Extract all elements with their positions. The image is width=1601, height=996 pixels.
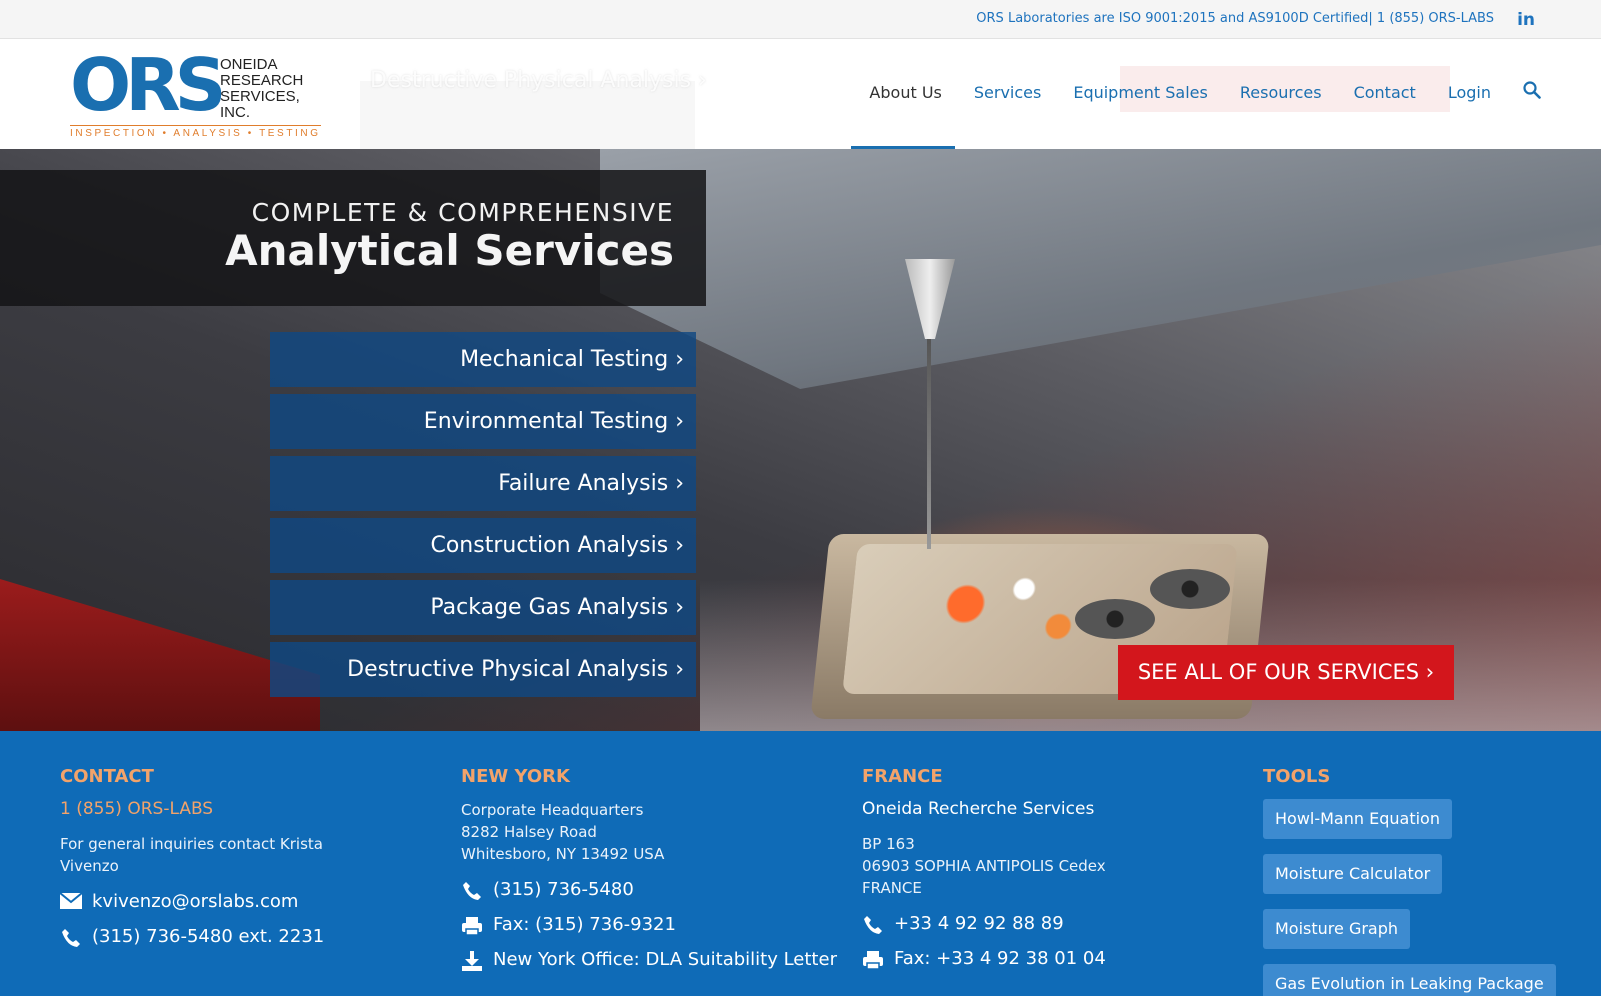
email-row: kvivenzo@orslabs.com: [59, 891, 360, 912]
ny-phone-link[interactable]: (315) 736-5480: [493, 879, 634, 900]
tool-howl-mann-equation[interactable]: Howl-Mann Equation: [1263, 799, 1452, 839]
ghost-service-text: Destructive Physical Analysis ›: [370, 68, 707, 93]
ny-fax-row: Fax: (315) 736-9321: [461, 914, 791, 936]
hero-machine-plate: [600, 149, 1601, 389]
hero-washer: [1150, 569, 1230, 609]
fax-icon: [862, 950, 884, 970]
service-package-gas-analysis[interactable]: Package Gas Analysis ›: [270, 580, 696, 635]
newyork-heading: NEW YORK: [461, 766, 570, 787]
fax-icon: [461, 916, 483, 936]
site-footer: CONTACT 1 (855) ORS-LABS For general inq…: [0, 731, 1601, 996]
main-nav: About Us Services Equipment Sales Resour…: [869, 81, 1541, 104]
fr-address-line: FRANCE: [862, 879, 922, 897]
hero-kicker: COMPLETE & COMPREHENSIVE: [251, 198, 674, 227]
fr-address-line: BP 163: [862, 835, 915, 853]
tools-list: Howl-Mann Equation Moisture Calculator M…: [1263, 799, 1583, 996]
search-icon[interactable]: [1523, 81, 1541, 104]
ny-address-line: Whitesboro, NY 13492 USA: [461, 845, 665, 863]
service-mechanical-testing[interactable]: Mechanical Testing ›: [270, 332, 696, 387]
envelope-icon: [59, 891, 83, 911]
ext-phone-row: (315) 736-5480 ext. 2231: [60, 926, 360, 947]
logo-company-name: ONEIDA RESEARCH SERVICES, INC.: [220, 56, 304, 121]
main-phone-link[interactable]: 1 (855) ORS-LABS: [60, 799, 360, 819]
france-heading: FRANCE: [862, 766, 943, 787]
hero-needle: [927, 339, 931, 549]
phone-icon: [862, 915, 884, 934]
fr-address-line: 06903 SOPHIA ANTIPOLIS Cedex: [862, 857, 1106, 875]
nav-resources[interactable]: Resources: [1240, 83, 1322, 102]
download-icon: [461, 950, 483, 971]
fr-phone-row: +33 4 92 92 88 89: [862, 913, 1192, 934]
nav-contact[interactable]: Contact: [1354, 83, 1416, 102]
logo-mark: ORS: [70, 43, 226, 127]
top-info-bar: ORS Laboratories are ISO 9001:2015 and A…: [0, 0, 1601, 39]
certification-text[interactable]: ORS Laboratories are ISO 9001:2015 and A…: [976, 11, 1494, 26]
nav-login[interactable]: Login: [1448, 83, 1491, 102]
service-failure-analysis[interactable]: Failure Analysis ›: [270, 456, 696, 511]
phone-icon: [60, 928, 82, 947]
service-list: Mechanical Testing › Environmental Testi…: [270, 332, 696, 704]
email-link[interactable]: kvivenzo@orslabs.com: [92, 891, 298, 912]
tool-moisture-graph[interactable]: Moisture Graph: [1263, 909, 1411, 949]
hero-title: Analytical Services: [225, 226, 674, 275]
see-all-services-button[interactable]: SEE ALL OF OUR SERVICES ›: [1118, 645, 1454, 700]
tools-heading: TOOLS: [1263, 766, 1331, 787]
hero-banner: COMPLETE & COMPREHENSIVE Analytical Serv…: [0, 149, 1601, 731]
nav-equipment-sales[interactable]: Equipment Sales: [1073, 83, 1208, 102]
linkedin-icon[interactable]: in: [1517, 10, 1535, 30]
ext-phone-link[interactable]: (315) 736-5480 ext. 2231: [92, 926, 324, 947]
inquiries-text: For general inquiries contact Krista Viv…: [60, 835, 323, 875]
nav-about-us[interactable]: About Us: [869, 83, 941, 102]
footer-contact-column: CONTACT 1 (855) ORS-LABS For general inq…: [59, 766, 360, 947]
site-header: ORS ONEIDA RESEARCH SERVICES, INC. INSPE…: [0, 39, 1601, 185]
tool-gas-evolution[interactable]: Gas Evolution in Leaking Package: [1263, 964, 1556, 996]
fr-fax-text: Fax: +33 4 92 38 01 04: [894, 948, 1106, 969]
footer-france-column: FRANCE Oneida Recherche Services BP 163 …: [862, 766, 1192, 970]
ny-phone-row: (315) 736-5480: [461, 879, 791, 900]
ny-download-row: New York Office: DLA Suitability Letter: [461, 949, 837, 971]
service-destructive-physical-analysis[interactable]: Destructive Physical Analysis ›: [270, 642, 696, 697]
dla-letter-link[interactable]: New York Office: DLA Suitability Letter: [493, 949, 837, 970]
ny-fax-text: Fax: (315) 736-9321: [493, 914, 676, 935]
nav-services[interactable]: Services: [974, 83, 1041, 102]
tool-moisture-calculator[interactable]: Moisture Calculator: [1263, 854, 1443, 894]
footer-newyork-column: NEW YORK Corporate Headquarters 8282 Hal…: [461, 766, 837, 971]
ny-address-line: Corporate Headquarters: [461, 801, 644, 819]
fr-phone-link[interactable]: +33 4 92 92 88 89: [894, 913, 1064, 934]
phone-icon: [461, 881, 483, 900]
service-construction-analysis[interactable]: Construction Analysis ›: [270, 518, 696, 573]
service-environmental-testing[interactable]: Environmental Testing ›: [270, 394, 696, 449]
fr-fax-row: Fax: +33 4 92 38 01 04: [862, 948, 1192, 970]
contact-heading: CONTACT: [60, 766, 154, 787]
footer-tools-column: TOOLS Howl-Mann Equation Moisture Calcul…: [1263, 766, 1583, 996]
hero-title-box: COMPLETE & COMPREHENSIVE Analytical Serv…: [0, 170, 706, 306]
ors-logo[interactable]: ORS ONEIDA RESEARCH SERVICES, INC. INSPE…: [70, 47, 330, 139]
hero-washer: [1075, 599, 1155, 639]
logo-tagline: INSPECTION • ANALYSIS • TESTING: [70, 125, 321, 139]
ny-address-line: 8282 Halsey Road: [461, 823, 597, 841]
france-company-name: Oneida Recherche Services: [862, 799, 1095, 819]
